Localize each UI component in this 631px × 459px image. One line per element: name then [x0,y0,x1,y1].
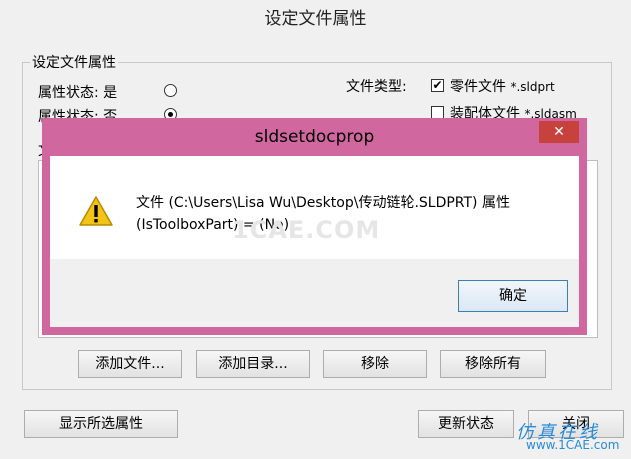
dialog-close-button[interactable]: ✕ [539,121,579,143]
group-label: 设定文件属性 [30,52,118,72]
prop-yes-radio[interactable] [164,84,177,97]
prop-yes-label: 属性状态: 是 [38,85,118,101]
warning-icon [79,196,113,226]
remove-all-button[interactable]: 移除所有 [440,350,546,378]
watermark: 1CAE.COM [232,216,381,244]
add-directory-button[interactable]: 添加目录... [196,350,310,378]
dialog-title: sldsetdocprop [254,127,375,147]
window-title: 设定文件属性 [264,9,367,29]
part-file-checkbox[interactable]: ✔ [431,79,444,92]
show-selected-properties-button[interactable]: 显示所选属性 [24,410,178,438]
part-file-label: 零件文件 *.sldprt [450,79,555,95]
ok-button[interactable]: 确定 [458,280,568,312]
refresh-status-button[interactable]: 更新状态 [418,410,514,438]
brand-url: www.1CAE.com [526,438,620,452]
remove-button[interactable]: 移除 [323,350,427,378]
file-type-label: 文件类型: [346,79,407,95]
add-file-button[interactable]: 添加文件... [78,350,182,378]
